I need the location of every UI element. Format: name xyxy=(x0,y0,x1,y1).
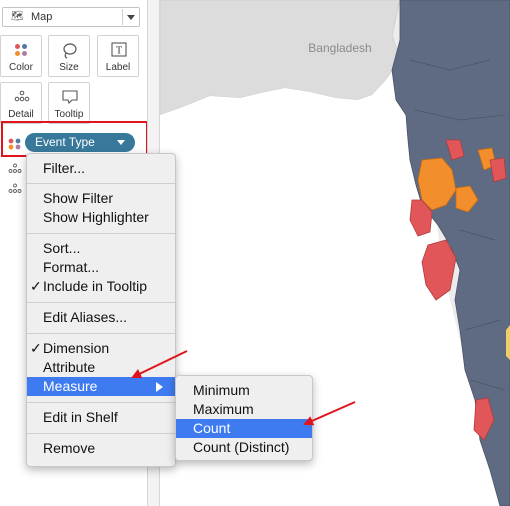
annotation-arrow-measure xyxy=(131,350,188,379)
annotation-arrow-count xyxy=(303,401,356,426)
annotation-arrows xyxy=(131,350,356,426)
